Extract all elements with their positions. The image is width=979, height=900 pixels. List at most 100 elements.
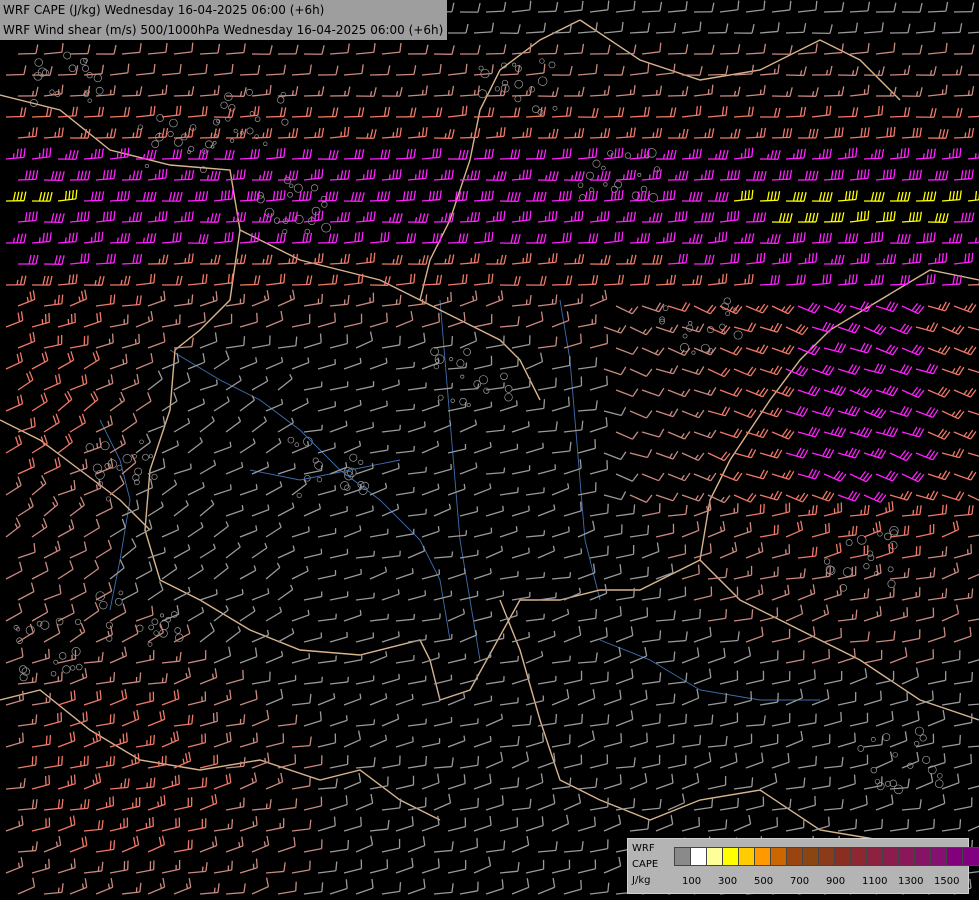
wind-barb	[915, 406, 939, 418]
wind-barb	[823, 43, 844, 55]
wind-barb	[135, 816, 154, 832]
wind-barb	[733, 814, 752, 832]
wind-barb	[511, 127, 532, 139]
wind-barb	[485, 171, 507, 181]
wind-barb	[733, 609, 754, 622]
wind-barb	[603, 856, 622, 874]
wind-barb	[525, 352, 544, 370]
wind-barb	[759, 448, 783, 459]
wind-barb	[303, 381, 323, 391]
wind-barb	[459, 44, 481, 55]
wind-barb	[225, 883, 246, 895]
wind-barb	[381, 589, 400, 601]
wind-barb	[641, 302, 665, 313]
wind-barb	[563, 210, 584, 223]
title-wind-shear: WRF Wind shear (m/s) 500/1000hPa Wednesd…	[3, 23, 444, 37]
wind-barb	[173, 463, 192, 475]
wind-barb	[291, 860, 311, 874]
wind-barb	[759, 107, 781, 118]
wind-barb	[745, 344, 769, 355]
terrain-contour	[463, 348, 472, 356]
wind-barb	[381, 379, 400, 391]
wind-barb	[83, 437, 102, 454]
wind-barb	[589, 375, 608, 391]
wind-barb	[797, 252, 818, 265]
wind-barb	[135, 191, 157, 202]
wind-barb	[161, 149, 183, 160]
wind-barb	[823, 2, 845, 13]
legend-tick-label: 700	[790, 876, 810, 887]
wind-barb	[317, 107, 339, 118]
wind-barb	[967, 115, 979, 118]
wind-barb	[719, 0, 740, 13]
wind-barb	[863, 191, 885, 202]
wind-barb	[615, 710, 634, 727]
wind-barb	[655, 149, 677, 160]
wind-barb	[291, 653, 311, 664]
wind-barb	[407, 797, 427, 811]
wind-barb	[17, 841, 38, 853]
wind-barb	[369, 65, 391, 76]
wind-barb	[265, 310, 284, 328]
wind-barb	[707, 494, 731, 504]
wind-barb	[589, 170, 611, 181]
wind-barb	[823, 169, 844, 181]
wind-barb	[43, 127, 64, 139]
wind-barb	[369, 106, 391, 118]
wind-barb	[719, 253, 740, 265]
wind-barb	[615, 254, 637, 265]
wind-barb	[459, 331, 478, 349]
wind-barb	[837, 22, 859, 34]
terrain-contour	[70, 665, 76, 671]
terrain-contour	[913, 740, 920, 747]
wind-barb	[797, 87, 819, 97]
wind-barb	[5, 352, 23, 370]
wind-barb	[771, 128, 793, 139]
wind-barb	[681, 366, 705, 376]
wind-barb	[473, 483, 492, 496]
wind-barb	[121, 797, 141, 811]
wind-barb	[953, 470, 977, 481]
wind-barb	[251, 835, 270, 853]
rivers-layer	[99, 299, 820, 701]
wind-barb	[303, 839, 323, 853]
wind-barb	[291, 609, 310, 622]
wind-barb	[395, 361, 415, 370]
wind-barb	[147, 877, 166, 895]
wind-barb	[343, 313, 363, 328]
wind-barb	[355, 632, 375, 643]
wind-barb	[251, 212, 273, 223]
wind-barb	[473, 231, 494, 244]
wind-barb	[343, 64, 364, 76]
wind-barb	[719, 345, 743, 356]
wind-barb	[277, 463, 296, 475]
wind-barb	[499, 571, 519, 580]
wind-barb	[17, 799, 38, 811]
wind-barb	[381, 755, 401, 769]
wind-barb	[681, 148, 702, 160]
wind-barb	[473, 695, 493, 706]
wind-barb	[135, 311, 154, 328]
wind-barb	[823, 799, 844, 811]
wind-barb	[551, 483, 570, 496]
wind-barb	[121, 753, 140, 769]
wind-barb	[265, 562, 281, 580]
wind-barb	[329, 676, 349, 685]
wind-barb	[889, 107, 911, 118]
wind-barb	[329, 840, 350, 853]
wind-barb	[329, 505, 348, 517]
wind-barb	[395, 445, 415, 454]
wind-barb	[265, 356, 284, 370]
wind-barb	[83, 652, 104, 664]
wind-barb	[225, 797, 245, 811]
wind-barb	[407, 755, 428, 769]
wind-barb	[849, 127, 870, 139]
wind-barb	[563, 171, 585, 181]
wind-barb	[863, 274, 884, 286]
wind-barb	[459, 462, 478, 475]
wind-barb	[953, 86, 975, 97]
wind-barb	[863, 323, 887, 336]
wind-barb	[941, 147, 962, 160]
wind-barb	[395, 775, 415, 790]
wind-barb	[733, 448, 757, 459]
